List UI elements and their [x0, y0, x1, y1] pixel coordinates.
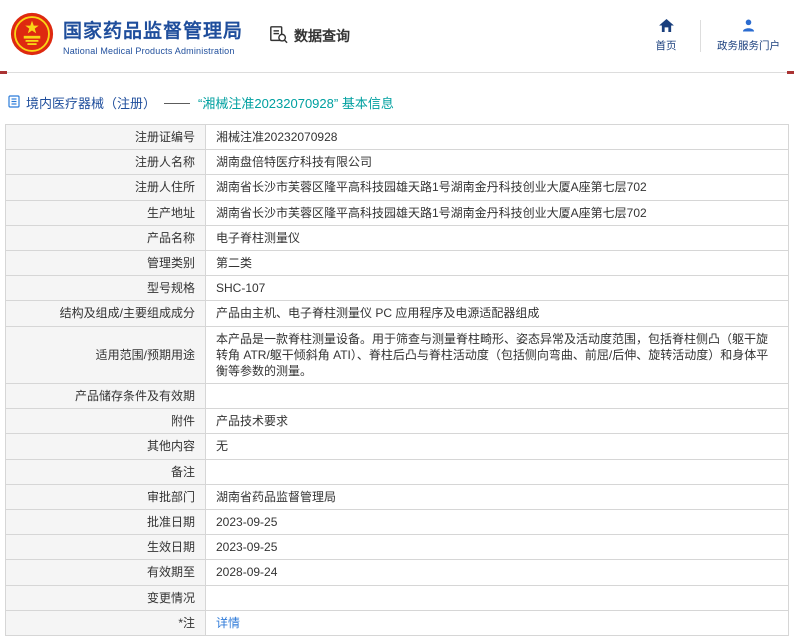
field-label: 其他内容	[6, 434, 206, 459]
table-row: 审批部门湖南省药品监督管理局	[6, 484, 789, 509]
agency-title: 国家药品监督管理局	[63, 16, 243, 43]
field-value	[206, 384, 789, 409]
field-value: 第二类	[206, 250, 789, 275]
field-value: 产品技术要求	[206, 409, 789, 434]
field-value: 本产品是一款脊柱测量设备。用于筛查与测量脊柱畸形、姿态异常及活动度范围，包括脊柱…	[206, 326, 789, 384]
field-label: 产品名称	[6, 225, 206, 250]
field-label: 产品储存条件及有效期	[6, 384, 206, 409]
table-row: 生效日期2023-09-25	[6, 535, 789, 560]
table-row: 注册证编号湘械注准20232070928	[6, 125, 789, 150]
agency-name-block: 国家药品监督管理局 National Medical Products Admi…	[63, 16, 243, 56]
registration-info-table: 注册证编号湘械注准20232070928注册人名称湖南盘倍特医疗科技有限公司注册…	[5, 124, 789, 636]
page-title: 境内医疗器械（注册） —— “湘械注准20232070928” 基本信息	[8, 93, 789, 112]
document-icon	[8, 95, 20, 111]
table-row: 产品储存条件及有效期	[6, 384, 789, 409]
field-label: 有效期至	[6, 560, 206, 585]
field-value	[206, 585, 789, 610]
content-area: 境内医疗器械（注册） —— “湘械注准20232070928” 基本信息 注册证…	[0, 73, 794, 636]
field-label: 变更情况	[6, 585, 206, 610]
table-row: 有效期至2028-09-24	[6, 560, 789, 585]
table-row: 注册人住所湖南省长沙市芙蓉区隆平高科技园雄天路1号湖南金丹科技创业大厦A座第七层…	[6, 175, 789, 200]
field-value: SHC-107	[206, 276, 789, 301]
data-query-icon	[269, 25, 288, 47]
nav-home-label: 首页	[656, 38, 677, 53]
table-row: 变更情况	[6, 585, 789, 610]
field-label: 附件	[6, 409, 206, 434]
field-label: 批准日期	[6, 510, 206, 535]
field-label: 型号规格	[6, 276, 206, 301]
home-icon	[659, 19, 674, 35]
table-row: 备注	[6, 459, 789, 484]
table-row: 生产地址湖南省长沙市芙蓉区隆平高科技园雄天路1号湖南金丹科技创业大厦A座第七层7…	[6, 200, 789, 225]
field-label: 注册人名称	[6, 150, 206, 175]
page-title-registration-number: “湘械注准20232070928” 基本信息	[198, 93, 394, 112]
edge-mark-left	[0, 71, 7, 74]
table-row: 产品名称电子脊柱测量仪	[6, 225, 789, 250]
table-row: 其他内容无	[6, 434, 789, 459]
nav-home[interactable]: 首页	[648, 19, 684, 53]
field-value: 产品由主机、电子脊柱测量仪 PC 应用程序及电源适配器组成	[206, 301, 789, 326]
nav-divider	[700, 20, 701, 52]
data-query-label: 数据查询	[294, 26, 350, 46]
detail-link[interactable]: 详情	[216, 616, 240, 630]
field-value: 湖南盘倍特医疗科技有限公司	[206, 150, 789, 175]
field-label: 注册人住所	[6, 175, 206, 200]
table-row: 管理类别第二类	[6, 250, 789, 275]
field-value: 2028-09-24	[206, 560, 789, 585]
field-value: 湖南省药品监督管理局	[206, 484, 789, 509]
field-value: 湖南省长沙市芙蓉区隆平高科技园雄天路1号湖南金丹科技创业大厦A座第七层702	[206, 175, 789, 200]
table-row: 适用范围/预期用途本产品是一款脊柱测量设备。用于筛查与测量脊柱畸形、姿态异常及活…	[6, 326, 789, 384]
field-label: 生效日期	[6, 535, 206, 560]
field-value: 湘械注准20232070928	[206, 125, 789, 150]
field-label: 管理类别	[6, 250, 206, 275]
nav-portal[interactable]: 政务服务门户	[717, 19, 780, 53]
nav-portal-label: 政务服务门户	[717, 38, 780, 53]
field-value: 2023-09-25	[206, 510, 789, 535]
agency-brand: 国家药品监督管理局 National Medical Products Admi…	[10, 12, 243, 61]
field-label: 注册证编号	[6, 125, 206, 150]
field-value: 电子脊柱测量仪	[206, 225, 789, 250]
edge-mark-right	[787, 71, 794, 74]
table-row: 型号规格SHC-107	[6, 276, 789, 301]
national-emblem-logo	[10, 12, 54, 61]
field-value: 详情	[206, 610, 789, 635]
table-row: 附件产品技术要求	[6, 409, 789, 434]
field-label: *注	[6, 610, 206, 635]
field-label: 结构及组成/主要组成成分	[6, 301, 206, 326]
agency-subtitle: National Medical Products Administration	[63, 46, 243, 56]
field-label: 备注	[6, 459, 206, 484]
field-value: 无	[206, 434, 789, 459]
field-label: 生产地址	[6, 200, 206, 225]
table-row: *注详情	[6, 610, 789, 635]
field-label: 适用范围/预期用途	[6, 326, 206, 384]
data-query-module: 数据查询	[269, 25, 350, 47]
page-title-category: 境内医疗器械（注册）	[26, 93, 156, 112]
header-divider	[0, 72, 794, 73]
field-value	[206, 459, 789, 484]
table-row: 结构及组成/主要组成成分产品由主机、电子脊柱测量仪 PC 应用程序及电源适配器组…	[6, 301, 789, 326]
header-nav: 首页 政务服务门户	[648, 19, 784, 53]
field-value: 2023-09-25	[206, 535, 789, 560]
table-row: 批准日期2023-09-25	[6, 510, 789, 535]
field-value: 湖南省长沙市芙蓉区隆平高科技园雄天路1号湖南金丹科技创业大厦A座第七层702	[206, 200, 789, 225]
page-title-separator: ——	[164, 95, 190, 110]
table-row: 注册人名称湖南盘倍特医疗科技有限公司	[6, 150, 789, 175]
field-label: 审批部门	[6, 484, 206, 509]
user-icon	[742, 19, 755, 35]
site-header: 国家药品监督管理局 National Medical Products Admi…	[0, 0, 794, 72]
